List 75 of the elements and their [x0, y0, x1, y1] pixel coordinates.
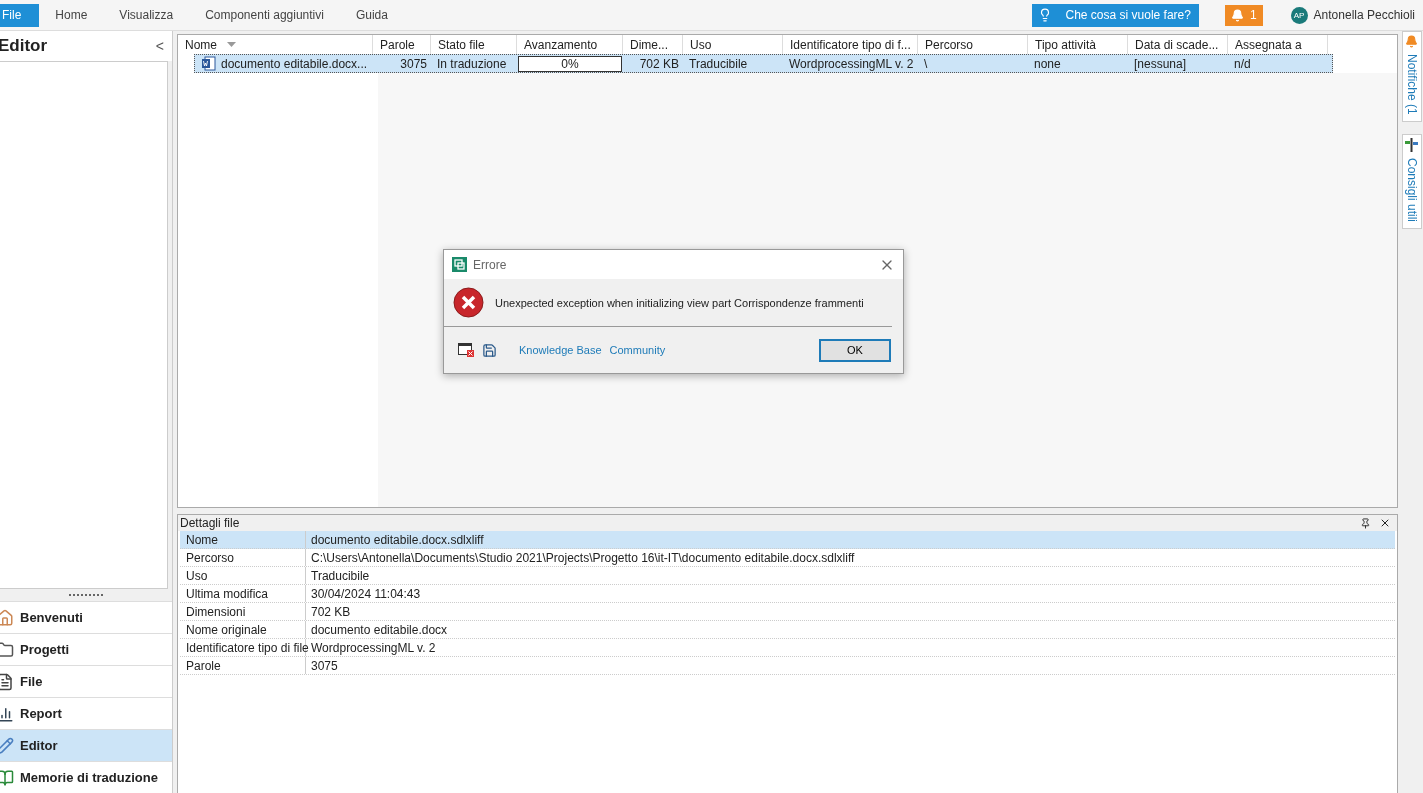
property-value: 30/04/2024 11:04:43 — [310, 585, 422, 602]
menu-tab[interactable]: Guida — [339, 3, 404, 27]
word-document-icon — [201, 56, 216, 71]
property-name: Identificatore tipo di file — [180, 639, 306, 656]
file-icon — [0, 672, 14, 691]
nav-item[interactable]: Progetti — [0, 633, 172, 665]
pin-icon[interactable] — [1360, 517, 1371, 529]
memory-icon — [0, 768, 14, 787]
file-name-cell: documento editabile.docx... — [195, 56, 373, 71]
file-row[interactable]: documento editabile.docx... 3075 In traduzione 0% 702 KB Traducibile WordprocessingML v. 2 \ none [nessuna] n/d — [194, 54, 1333, 73]
menu-tab[interactable]: Visualizza — [103, 3, 190, 27]
nav-item[interactable]: File — [0, 665, 172, 697]
nav-item[interactable]: Benvenuti — [0, 601, 172, 633]
signpost-icon — [1405, 137, 1418, 152]
close-icon[interactable] — [1379, 517, 1391, 529]
bell-icon — [1405, 35, 1418, 48]
table-cell-text: none — [1033, 56, 1062, 71]
nav-item[interactable]: Editor — [0, 729, 172, 761]
details-row[interactable]: Dimensioni 702 KB — [180, 603, 1395, 621]
menu-tab[interactable]: Componenti aggiuntivi — [189, 3, 340, 27]
error-icon — [453, 287, 484, 318]
table-cell-text: 702 KB — [638, 56, 680, 71]
error-message: Unexpected exception when initializing view part Corrispondenze frammenti — [495, 296, 864, 309]
details-row[interactable]: Ultima modifica 30/04/2024 11:04:43 — [180, 585, 1395, 603]
panel-title: Dettagli file — [180, 516, 240, 530]
property-value: C:\Users\Antonella\Documents\Studio 2021\Projects\Progetto 16\it-IT\documento editabile.docx.sdlxliff — [310, 549, 856, 566]
folder-icon — [0, 640, 14, 659]
property-name: Parole — [180, 657, 306, 674]
menu-tab[interactable]: Home — [39, 3, 104, 27]
details-row[interactable]: Uso Traducibile — [180, 567, 1395, 585]
menu-tab[interactable]: File — [0, 3, 40, 27]
details-row[interactable]: Percorso C:\Users\Antonella\Documents\Studio 2021\Projects\Progetto 16\it-IT\documento editabile.docx.sdlxliff — [180, 549, 1395, 567]
property-value: documento editabile.docx.sdlxliff — [310, 531, 485, 548]
side-tab[interactable]: Consigli utili — [1401, 133, 1422, 229]
user-name: Antonella Pecchioli — [1313, 8, 1415, 22]
property-name: Nome — [180, 531, 306, 548]
details-row[interactable]: Identificatore tipo di file WordprocessingML v. 2 — [180, 639, 1395, 657]
app-logo-icon — [452, 257, 467, 272]
dialog-title: Errore — [473, 257, 508, 272]
ok-button[interactable]: OK — [819, 338, 891, 362]
property-value: 3075 — [310, 657, 339, 674]
property-name: Ultima modifica — [180, 585, 306, 602]
table-cell-text: 3075 — [399, 56, 428, 71]
property-name: Dimensioni — [180, 603, 306, 620]
property-name: Percorso — [180, 549, 306, 566]
details-row[interactable]: Parole 3075 — [180, 657, 1395, 675]
sidebar-title: Editor — [0, 36, 48, 56]
table-cell-text: WordprocessingML v. 2 — [788, 56, 915, 71]
help-link[interactable]: Community — [609, 344, 666, 356]
property-name: Uso — [180, 567, 306, 584]
details-row[interactable]: Nome originale documento editabile.docx — [180, 621, 1395, 639]
save-icon[interactable] — [482, 342, 497, 358]
nav-item[interactable]: Memorie di traduzione — [0, 761, 172, 793]
collapse-button[interactable]: < — [155, 38, 164, 54]
property-value: 702 KB — [310, 603, 352, 620]
help-link[interactable]: Knowledge Base — [519, 344, 602, 356]
editor-icon — [0, 736, 14, 755]
property-value: documento editabile.docx — [310, 621, 449, 638]
property-value: Traducibile — [310, 567, 371, 584]
table-cell-text: \ — [923, 56, 929, 71]
side-tab[interactable]: Notifiche (1 — [1401, 31, 1422, 122]
table-cell-text: In traduzione — [436, 56, 508, 71]
details-row[interactable]: Nome documento editabile.docx.sdlxliff — [180, 531, 1395, 549]
tell-me-button[interactable]: Che cosa si vuole fare? — [1031, 3, 1199, 27]
home-icon — [0, 608, 14, 627]
user-avatar[interactable]: AP — [1290, 6, 1308, 24]
table-cell-text: [nessuna] — [1133, 56, 1188, 71]
table-cell-text: n/d — [1233, 56, 1252, 71]
sort-down-icon — [227, 42, 236, 47]
property-name: Nome originale — [180, 621, 306, 638]
window-close-icon[interactable] — [458, 343, 474, 357]
nav-item[interactable]: Report — [0, 697, 172, 729]
progress-bar: 0% — [518, 55, 622, 72]
table-cell-text: Traducibile — [688, 56, 749, 71]
bell-icon — [1230, 8, 1244, 22]
